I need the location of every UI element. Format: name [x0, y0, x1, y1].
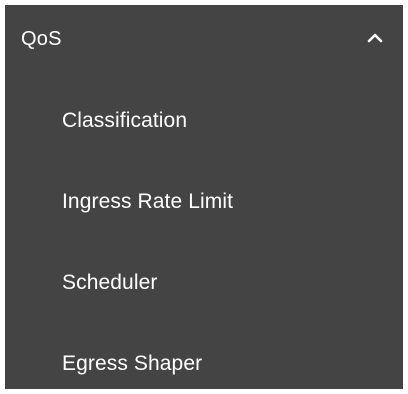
qos-menu: QoS Classification Ingress Rate Limit Sc…	[5, 5, 403, 389]
menu-item-classification[interactable]: Classification	[5, 93, 403, 149]
menu-item-scheduler[interactable]: Scheduler	[5, 255, 403, 311]
menu-item-label: Classification	[62, 109, 188, 132]
qos-menu-title: QoS	[21, 28, 62, 50]
chevron-up-icon[interactable]	[367, 32, 383, 44]
menu-item-egress-shaper[interactable]: Egress Shaper	[5, 336, 403, 392]
qos-menu-header[interactable]: QoS	[5, 5, 403, 75]
menu-item-ingress-rate-limit[interactable]: Ingress Rate Limit	[5, 174, 403, 230]
menu-item-label: Ingress Rate Limit	[62, 190, 234, 213]
menu-item-label: Egress Shaper	[62, 352, 203, 375]
menu-item-label: Scheduler	[62, 271, 158, 294]
